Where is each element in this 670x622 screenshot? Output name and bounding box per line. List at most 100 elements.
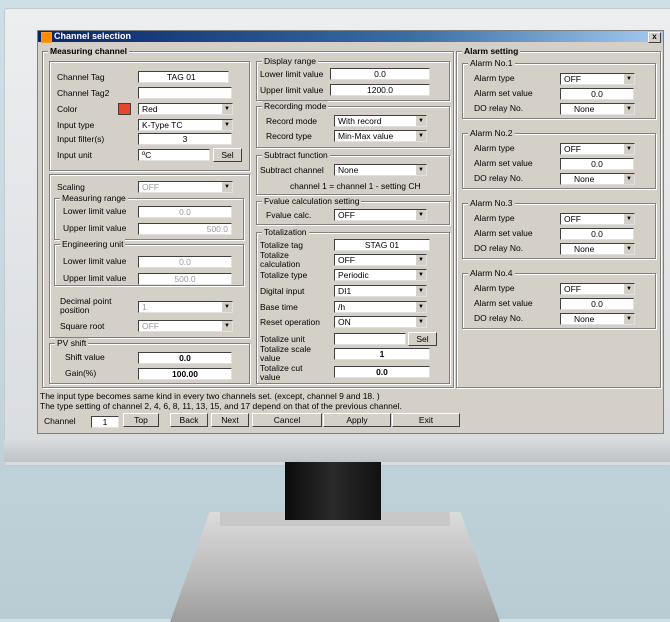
input-type-value: K-Type TC (142, 120, 183, 130)
chevron-down-icon[interactable]: ▼ (415, 165, 426, 175)
chevron-down-icon[interactable]: ▼ (623, 144, 634, 154)
chevron-down-icon[interactable]: ▼ (415, 210, 426, 220)
record-type-select[interactable]: Min-Max value ▼ (334, 130, 427, 142)
chevron-down-icon[interactable]: ▼ (415, 116, 426, 126)
alarm-2-type-value: OFF (564, 144, 581, 154)
totalize-tag-label: Totalize tag (260, 240, 303, 250)
color-value: Red (142, 104, 158, 114)
close-button[interactable]: x (648, 32, 661, 43)
record-mode-select[interactable]: With record ▼ (334, 115, 427, 127)
alarm-4-legend: Alarm No.4 (468, 268, 515, 278)
exit-button[interactable]: Exit (392, 413, 460, 427)
cancel-button[interactable]: Cancel (252, 413, 322, 427)
apply-button[interactable]: Apply (323, 413, 391, 427)
display-lower-input[interactable]: 0.0 (330, 68, 430, 80)
reset-operation-select[interactable]: ON ▼ (334, 316, 427, 328)
totalize-cut-input[interactable]: 0.0 (334, 366, 430, 378)
channel-tag2-input[interactable] (138, 87, 232, 99)
totalize-scale-input[interactable]: 1 (334, 348, 430, 360)
next-button[interactable]: Next (211, 413, 249, 427)
input-type-select[interactable]: K-Type TC ▼ (138, 119, 233, 131)
totalize-unit-label: Totalize unit (260, 334, 305, 344)
alarm-3-type-select[interactable]: OFF ▼ (560, 213, 635, 225)
alarm-4-type-select[interactable]: OFF ▼ (560, 283, 635, 295)
totalize-type-select[interactable]: Periodic ▼ (334, 269, 427, 281)
totalize-calc-select[interactable]: OFF ▼ (334, 254, 427, 266)
alarm-1-relay-select[interactable]: None ▼ (560, 103, 635, 115)
alarm-3-set-input[interactable]: 0.0 (560, 228, 634, 240)
scaling-select[interactable]: OFF ▼ (138, 181, 233, 193)
alarm-2-set-input[interactable]: 0.0 (560, 158, 634, 170)
gain-input[interactable]: 100.00 (138, 368, 232, 380)
top-button[interactable]: Top (123, 413, 159, 427)
gain-label: Gain(%) (65, 368, 97, 378)
alarm-2-set-label: Alarm set value (474, 158, 533, 168)
alarm-4-set-input[interactable]: 0.0 (560, 298, 634, 310)
chevron-down-icon[interactable]: ▼ (415, 131, 426, 141)
color-label: Color (57, 104, 78, 114)
chevron-down-icon[interactable]: ▼ (415, 302, 426, 312)
footer-note-1: The input type becomes same kind in ever… (40, 391, 380, 401)
alarm-1-relay-label: DO relay No. (474, 103, 524, 113)
decimal-point-select[interactable]: 1 ▼ (138, 301, 233, 313)
alarm-1-legend: Alarm No.1 (468, 58, 515, 68)
alarm-4-type-value: OFF (564, 284, 581, 294)
chevron-down-icon[interactable]: ▼ (221, 104, 232, 114)
chevron-down-icon[interactable]: ▼ (623, 104, 634, 114)
monitor-stand-base (170, 512, 500, 622)
alarm-1-set-label: Alarm set value (474, 88, 533, 98)
mr-lower-label: Lower limit value (63, 206, 127, 216)
totalize-unit-input[interactable] (334, 333, 406, 345)
display-upper-input[interactable]: 1200.0 (330, 84, 430, 96)
alarm-2-relay-label: DO relay No. (474, 173, 524, 183)
chevron-down-icon[interactable]: ▼ (623, 314, 634, 324)
chevron-down-icon[interactable]: ▼ (623, 74, 634, 84)
alarm-1-type-select[interactable]: OFF ▼ (560, 73, 635, 85)
chevron-down-icon[interactable]: ▼ (221, 302, 232, 312)
totalize-cut-label: Totalize cut value (260, 363, 303, 382)
chevron-down-icon[interactable]: ▼ (415, 270, 426, 280)
color-select[interactable]: Red ▼ (138, 103, 233, 115)
alarm-1-set-input[interactable]: 0.0 (560, 88, 634, 100)
chevron-down-icon[interactable]: ▼ (623, 284, 634, 294)
eu-upper-input[interactable]: 500.0 (138, 273, 232, 285)
channel-number-input[interactable]: 1 (91, 416, 119, 428)
display-upper-label: Upper limit value (260, 85, 324, 95)
fvalue-calc-select[interactable]: OFF ▼ (334, 209, 427, 221)
input-unit-input[interactable]: ºC (138, 149, 210, 161)
alarm-3-relay-value: None (574, 244, 595, 254)
shift-value-input[interactable]: 0.0 (138, 352, 232, 364)
input-filter-input[interactable]: 3 (138, 133, 232, 145)
chevron-down-icon[interactable]: ▼ (623, 174, 634, 184)
eu-lower-label: Lower limit value (63, 256, 127, 266)
alarm-2-relay-select[interactable]: None ▼ (560, 173, 635, 185)
alarm-1-relay-value: None (574, 104, 595, 114)
mr-lower-input[interactable]: 0.0 (138, 206, 232, 218)
chevron-down-icon[interactable]: ▼ (623, 214, 634, 224)
chevron-down-icon[interactable]: ▼ (221, 182, 232, 192)
totalize-unit-sel-button[interactable]: Sel (408, 332, 437, 346)
chevron-down-icon[interactable]: ▼ (415, 255, 426, 265)
alarm-3-relay-select[interactable]: None ▼ (560, 243, 635, 255)
alarm-4-relay-value: None (574, 314, 595, 324)
mr-upper-input[interactable]: 500.0 (138, 223, 232, 235)
subtract-channel-select[interactable]: None ▼ (334, 164, 427, 176)
chevron-down-icon[interactable]: ▼ (415, 286, 426, 296)
back-button[interactable]: Back (170, 413, 208, 427)
digital-input-select[interactable]: DI1 ▼ (334, 285, 427, 297)
eu-lower-input[interactable]: 0.0 (138, 256, 232, 268)
chevron-down-icon[interactable]: ▼ (221, 120, 232, 130)
channel-tag-input[interactable]: TAG 01 (138, 71, 229, 83)
base-time-select[interactable]: /h ▼ (334, 301, 427, 313)
chevron-down-icon[interactable]: ▼ (221, 321, 232, 331)
chevron-down-icon[interactable]: ▼ (415, 317, 426, 327)
alarm-2-type-select[interactable]: OFF ▼ (560, 143, 635, 155)
alarm-3-type-label: Alarm type (474, 213, 515, 223)
chevron-down-icon[interactable]: ▼ (623, 244, 634, 254)
alarm-4-relay-select[interactable]: None ▼ (560, 313, 635, 325)
totalize-tag-input[interactable]: STAG 01 (334, 239, 430, 251)
square-root-select[interactable]: OFF ▼ (138, 320, 233, 332)
reset-operation-label: Reset operation (260, 317, 321, 327)
totalize-type-value: Periodic (338, 270, 369, 280)
input-unit-sel-button[interactable]: Sel (213, 148, 242, 162)
